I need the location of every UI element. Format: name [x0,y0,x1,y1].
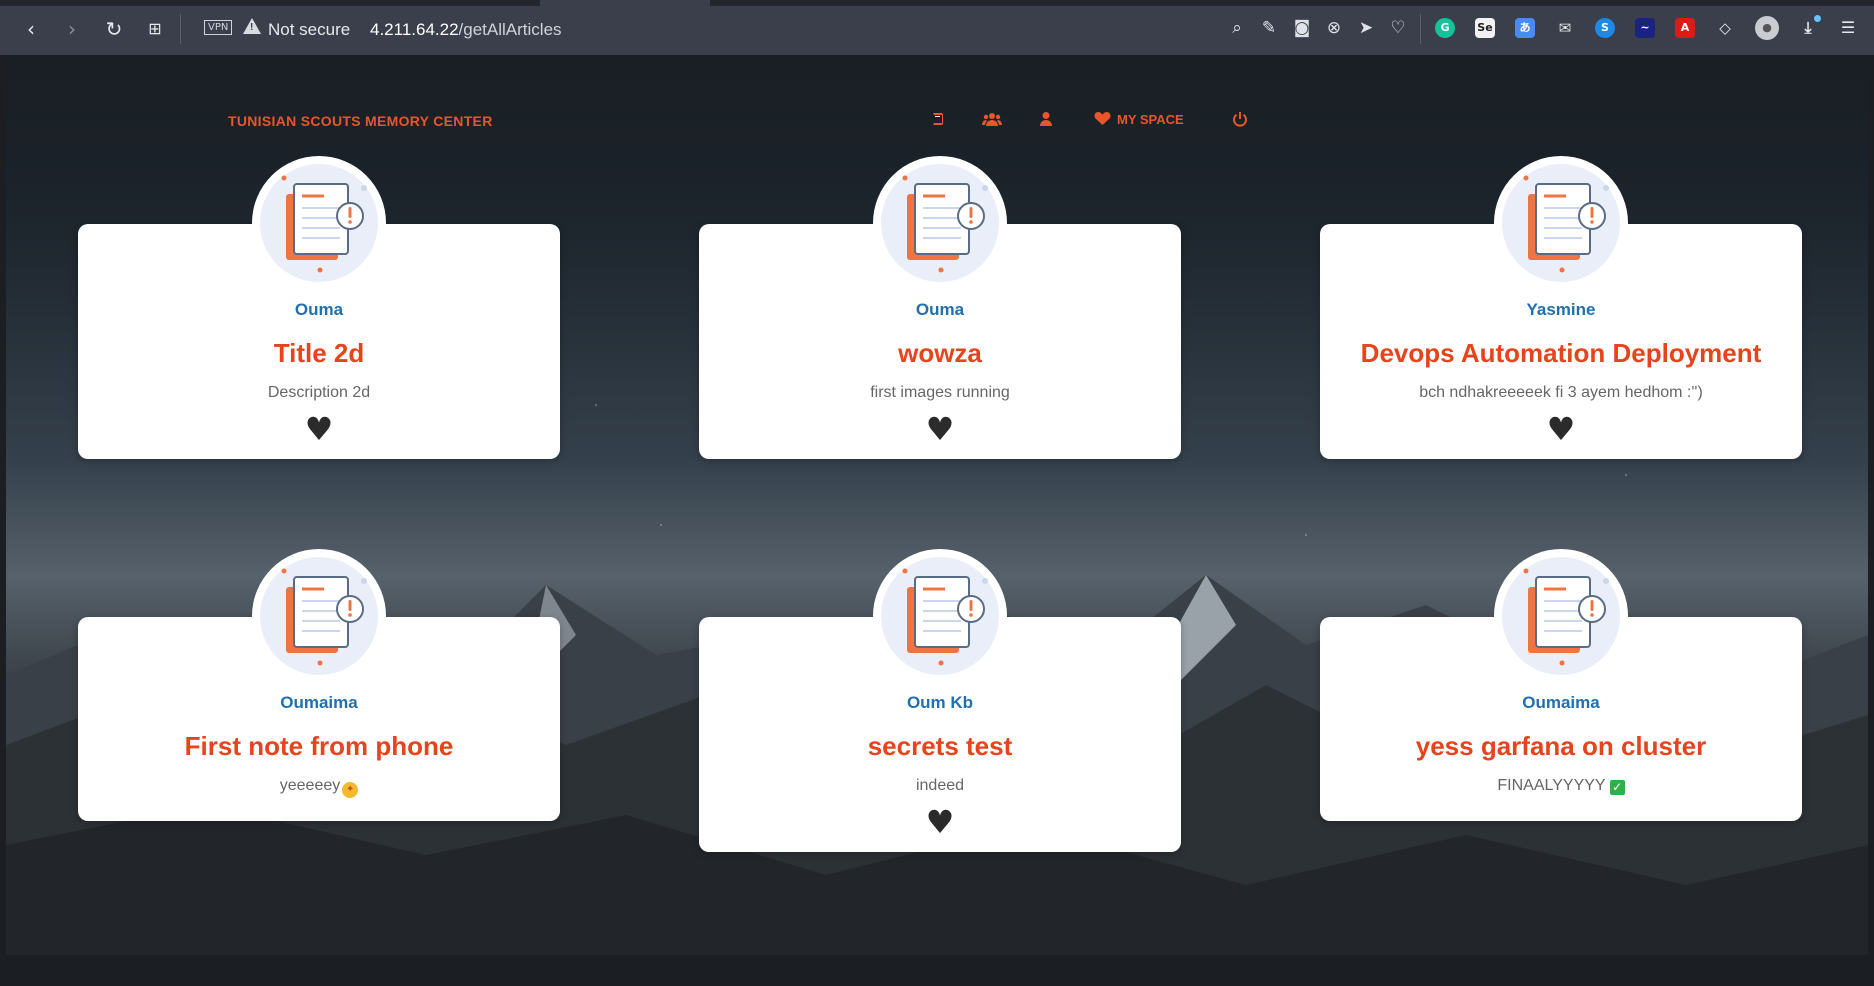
toolbar-divider [1420,14,1421,44]
document-icon [281,175,367,273]
article-card[interactable]: Yasmine Devops Automation Deployment bch… [1320,156,1802,459]
article-thumbnail [252,549,386,683]
active-tab-indicator[interactable] [540,0,710,6]
document-icon [902,175,988,273]
article-thumbnail [252,156,386,290]
forward-icon[interactable]: › [61,18,83,40]
article-thumbnail [1494,549,1628,683]
vpn-badge[interactable]: VPN [204,20,233,35]
article-title[interactable]: wowza [699,338,1181,369]
article-author[interactable]: Oum Kb [699,693,1181,713]
user-icon [1040,112,1052,126]
article-card[interactable]: Ouma wowza first images running ♥ [699,156,1181,459]
article-thumbnail [1494,156,1628,290]
tabs-grid-icon[interactable]: ⊞ [144,18,166,40]
article-description: FINAALYYYYY [1497,777,1606,794]
nav-my-space[interactable]: MY SPACE [1094,111,1184,130]
like-heart-icon[interactable]: ♥ [699,412,1181,446]
wave-extension-icon[interactable]: ~ [1635,18,1655,38]
site-header [6,55,1868,147]
article-description: first images running [870,384,1010,401]
camera-icon[interactable]: ◙ [1291,17,1313,39]
document-icon [902,568,988,666]
article-title[interactable]: Devops Automation Deployment [1320,338,1802,369]
url-host: 4.211.64.22 [370,20,459,39]
nav-logout[interactable] [1232,111,1248,131]
article-author[interactable]: Yasmine [1320,300,1802,320]
menu-icon[interactable]: ☰ [1838,18,1858,38]
zoom-icon[interactable]: ⌕ [1226,17,1248,39]
bookmark-heart-icon[interactable]: ♡ [1387,17,1409,39]
heart-icon [1094,112,1111,125]
browser-toolbar: ‹ › ↻ ⊞ VPN ! Not secure 4.211.64.22/get… [0,0,1874,55]
like-heart-icon[interactable]: ♥ [699,805,1181,839]
document-icon [1523,568,1609,666]
article-description: Description 2d [267,384,371,401]
nav-profile[interactable] [1039,111,1053,131]
nav-articles[interactable] [930,111,946,131]
nav-groups[interactable] [982,111,1002,131]
article-description-row: FINAALYYYYY ✓ [1320,777,1802,795]
article-description: indeed [915,777,965,794]
article-thumbnail [873,549,1007,683]
address-bar[interactable]: 4.211.64.22/getAllArticles [370,20,562,40]
article-card[interactable]: Ouma Title 2d Description 2d ♥ [78,156,560,459]
security-status[interactable]: Not secure [268,20,350,40]
article-description: yeeeeey [279,777,341,794]
article-author[interactable]: Ouma [699,300,1181,320]
article-thumbnail [873,156,1007,290]
profile-avatar-icon[interactable]: ● [1755,16,1779,40]
page-viewport: TUNISIAN SCOUTS MEMORY CENTER MY SPACE O… [6,55,1868,955]
toolbar-divider [180,14,181,44]
article-description: bch ndhakreeeeek fi 3 ayem hedhom :'') [1419,384,1703,401]
refresh-extension-icon[interactable]: S [1595,18,1615,38]
article-author[interactable]: Oumaima [1320,693,1802,713]
angular-icon[interactable]: A [1675,18,1695,38]
edit-icon[interactable]: ✎ [1258,17,1280,39]
grammarly-icon[interactable]: G [1435,18,1455,38]
cube-icon[interactable]: ◇ [1715,18,1735,38]
document-icon [1523,175,1609,273]
document-icon [281,568,367,666]
article-author[interactable]: Oumaima [78,693,560,713]
users-icon [982,113,1002,126]
my-space-label: MY SPACE [1117,112,1184,127]
send-icon[interactable]: ➤ [1355,17,1377,39]
url-path: /getAllArticles [458,20,562,39]
article-title[interactable]: secrets test [699,731,1181,762]
article-description-row: yeeeeey ✦ [78,777,560,798]
article-author[interactable]: Ouma [78,300,560,320]
article-card[interactable]: Oumaima yess garfana on cluster FINAALYY… [1320,549,1802,821]
brand-logo[interactable]: TUNISIAN SCOUTS MEMORY CENTER [228,113,493,129]
power-icon [1233,112,1247,127]
mail-icon[interactable]: ✉ [1555,18,1575,38]
download-badge [1814,15,1821,22]
block-icon[interactable]: ⊗ [1323,17,1345,39]
like-heart-icon[interactable]: ♥ [78,412,560,446]
window-bottom-edge [0,955,1874,986]
selenium-icon[interactable]: Se [1475,18,1495,38]
warning-mark: ! [250,22,254,33]
article-title[interactable]: yess garfana on cluster [1320,731,1802,762]
article-card[interactable]: Oum Kb secrets test indeed ♥ [699,549,1181,852]
like-heart-icon[interactable]: ♥ [1320,412,1802,446]
tab-strip [0,0,1874,6]
translate-icon[interactable]: あ [1515,18,1535,38]
reload-icon[interactable]: ↻ [103,18,125,40]
party-emoji-icon: ✦ [342,782,359,798]
article-title[interactable]: Title 2d [78,338,560,369]
book-icon [933,113,943,125]
article-title[interactable]: First note from phone [78,731,560,762]
back-icon[interactable]: ‹ [20,18,42,40]
check-mark-icon: ✓ [1609,780,1625,795]
article-card[interactable]: Oumaima First note from phone yeeeeey ✦ [78,549,560,821]
